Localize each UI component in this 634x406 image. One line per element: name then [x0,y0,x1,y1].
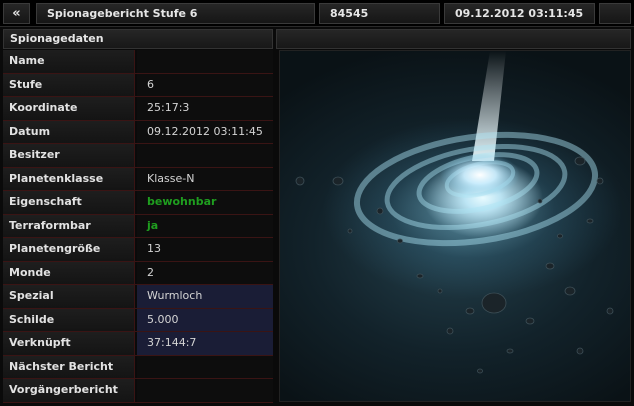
row-value [137,355,273,378]
row-value [137,50,273,73]
row-label: Terraformbar [3,214,135,237]
spy-data-table: Name Stufe 6 Koordinate 25:17:3 Datum 09… [3,50,273,403]
image-panel-header [276,29,631,49]
row-vorgaengerbericht[interactable]: Vorgängerbericht [3,379,273,403]
row-planetenklasse: Planetenklasse Klasse-N [3,167,273,191]
row-value: ja [137,214,273,237]
row-name: Name [3,50,273,74]
row-stufe: Stufe 6 [3,73,273,97]
row-monde: Monde 2 [3,261,273,285]
row-value: 5.000 [137,308,273,331]
row-value: 2 [137,261,273,284]
row-verknuepft: Verknüpft 37:144:7 [3,332,273,356]
report-code: 84545 [319,3,440,24]
report-title: Spionagebericht Stufe 6 [36,3,315,24]
row-schilde: Schilde 5.000 [3,308,273,332]
row-value [137,379,273,402]
row-label: Spezial [3,285,135,308]
row-label: Verknüpft [3,332,135,355]
report-date: 09.12.2012 03:11:45 [444,3,595,24]
row-value[interactable]: 37:144:7 [137,332,273,355]
row-eigenschaft: Eigenschaft bewohnbar [3,191,273,215]
report-header: « Spionagebericht Stufe 6 84545 09.12.20… [0,0,634,27]
row-label: Stufe [3,73,135,96]
row-label: Planetenklasse [3,167,135,190]
wormhole-image [279,50,631,402]
wormhole-illustration [295,51,614,374]
wormhole-core [440,153,520,197]
row-value: 25:17:3 [137,97,273,120]
row-naechster-bericht[interactable]: Nächster Bericht [3,355,273,379]
row-value: 09.12.2012 03:11:45 [137,120,273,143]
section-title: Spionagedaten [3,29,273,49]
row-value: Klasse-N [137,167,273,190]
row-terraformbar: Terraformbar ja [3,214,273,238]
row-label: Koordinate [3,97,135,120]
row-label: Eigenschaft [3,191,135,214]
row-label[interactable]: Nächster Bericht [3,355,135,378]
back-button[interactable]: « [3,3,30,24]
row-label: Datum [3,120,135,143]
row-label[interactable]: Vorgängerbericht [3,379,135,402]
row-koordinate: Koordinate 25:17:3 [3,97,273,121]
row-datum: Datum 09.12.2012 03:11:45 [3,120,273,144]
row-label: Planetengröße [3,238,135,261]
row-value [137,144,273,167]
row-label: Besitzer [3,144,135,167]
row-planetengroesse: Planetengröße 13 [3,238,273,262]
row-besitzer: Besitzer [3,144,273,168]
row-value: bewohnbar [137,191,273,214]
row-label: Schilde [3,308,135,331]
row-label: Name [3,50,135,73]
row-label: Monde [3,261,135,284]
row-value: Wurmloch [137,285,273,308]
row-value: 13 [137,238,273,261]
row-spezial: Spezial Wurmloch [3,285,273,309]
row-value: 6 [137,73,273,96]
header-blank-cell [599,3,631,24]
